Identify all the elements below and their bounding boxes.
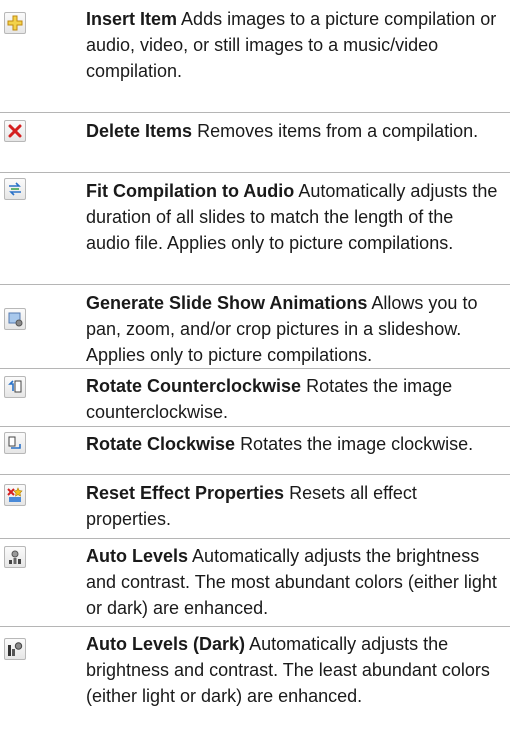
- row-text: Insert Item Adds images to a picture com…: [86, 6, 502, 84]
- row-divider: [0, 538, 510, 539]
- table-row: Delete Items Removes items from a compil…: [0, 112, 510, 172]
- row-text: Auto Levels Automatically adjusts the br…: [86, 543, 502, 621]
- row-text: Rotate Counterclockwise Rotates the imag…: [86, 373, 502, 425]
- row-divider: [0, 368, 510, 369]
- insert-item-icon: [4, 12, 26, 34]
- row-title: Delete Items: [86, 121, 193, 141]
- rotate-clockwise-icon: [4, 432, 26, 454]
- row-title: Auto Levels (Dark): [86, 634, 246, 654]
- row-divider: [0, 112, 510, 113]
- table-row: Auto Levels Automatically adjusts the br…: [0, 538, 510, 626]
- row-title: Rotate Counterclockwise: [86, 376, 302, 396]
- row-description: Rotates the image clockwise.: [240, 434, 474, 454]
- row-title: Insert Item: [86, 9, 178, 29]
- row-description: Removes items from a compilation.: [197, 121, 479, 141]
- auto-levels-dark-icon: [4, 638, 26, 660]
- table-row: Rotate Counterclockwise Rotates the imag…: [0, 368, 510, 426]
- auto-levels-icon: [4, 546, 26, 568]
- reset-effect-properties-icon: [4, 484, 26, 506]
- generate-slide-show-animations-icon: [4, 308, 26, 330]
- row-text: Fit Compilation to Audio Automatically a…: [86, 178, 502, 256]
- row-text: Auto Levels (Dark) Automatically adjusts…: [86, 631, 502, 709]
- delete-items-icon: [4, 120, 26, 142]
- table-row: Generate Slide Show Animations Allows yo…: [0, 284, 510, 368]
- row-divider: [0, 474, 510, 475]
- table-row: Reset Effect Properties Resets all effec…: [0, 474, 510, 538]
- table-row: Insert Item Adds images to a picture com…: [0, 0, 510, 112]
- row-text: Generate Slide Show Animations Allows yo…: [86, 290, 502, 368]
- rotate-counterclockwise-icon: [4, 376, 26, 398]
- row-title: Rotate Clockwise: [86, 434, 236, 454]
- row-divider: [0, 284, 510, 285]
- row-text: Delete Items Removes items from a compil…: [86, 118, 502, 144]
- row-text: Rotate Clockwise Rotates the image clock…: [86, 431, 502, 457]
- row-title: Fit Compilation to Audio: [86, 181, 295, 201]
- row-text: Reset Effect Properties Resets all effec…: [86, 480, 502, 532]
- row-title: Reset Effect Properties: [86, 483, 285, 503]
- table-row: Auto Levels (Dark) Automatically adjusts…: [0, 626, 510, 732]
- row-divider: [0, 172, 510, 173]
- table-row: Fit Compilation to Audio Automatically a…: [0, 172, 510, 284]
- table-row: Rotate Clockwise Rotates the image clock…: [0, 426, 510, 474]
- row-title: Auto Levels: [86, 546, 189, 566]
- fit-compilation-to-audio-icon: [4, 178, 26, 200]
- row-divider: [0, 426, 510, 427]
- row-title: Generate Slide Show Animations: [86, 293, 368, 313]
- row-divider: [0, 626, 510, 627]
